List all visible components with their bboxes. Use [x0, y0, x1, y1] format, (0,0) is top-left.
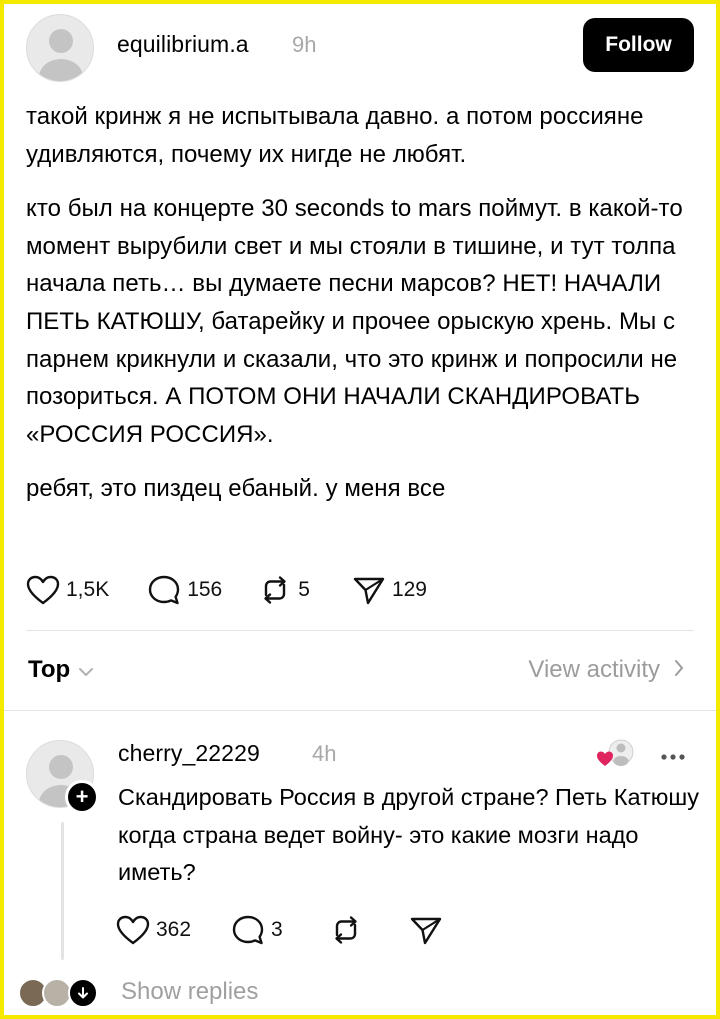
- post-paragraph: ребят, это пиздец ебаный. у меня все: [26, 475, 446, 503]
- like-count: 1,5K: [66, 578, 110, 601]
- comment-button[interactable]: 156: [147, 574, 222, 606]
- reply-like-count: 362: [156, 918, 192, 941]
- share-button[interactable]: 129: [352, 575, 427, 605]
- chevron-right-icon: [674, 656, 684, 684]
- post-body: такой кринж я не испытывала давно. а пот…: [26, 98, 706, 525]
- arrow-down-icon: [68, 978, 98, 1008]
- view-activity-label: View activity: [528, 656, 660, 683]
- send-icon: [352, 575, 392, 605]
- chevron-down-icon: [78, 656, 94, 684]
- share-count: 129: [391, 578, 427, 601]
- avatar[interactable]: [26, 14, 94, 82]
- show-replies-link[interactable]: Show replies: [121, 978, 258, 1006]
- thread-line: [61, 822, 64, 960]
- reply-like-button[interactable]: 362: [116, 915, 191, 945]
- reply-comment-count: 3: [271, 918, 283, 941]
- reply-repost-button[interactable]: [329, 915, 369, 945]
- post-paragraph: кто был на концерте 30 seconds to mars п…: [26, 195, 683, 448]
- reply-time: 4h: [312, 741, 337, 766]
- comment-bubble-icon: [147, 574, 187, 606]
- follow-button[interactable]: Follow: [583, 18, 694, 72]
- sort-label: Top: [28, 656, 71, 683]
- follow-reply-author-button[interactable]: +: [65, 780, 99, 814]
- more-dots-icon[interactable]: [660, 748, 686, 760]
- sort-dropdown[interactable]: Top: [28, 656, 94, 684]
- plus-icon: +: [75, 784, 89, 809]
- replier-avatars[interactable]: [18, 976, 114, 1012]
- heart-avatar-icon: [596, 736, 634, 770]
- reply-share-button[interactable]: [409, 915, 449, 945]
- heart-icon: [26, 575, 66, 605]
- comment-bubble-icon: [231, 914, 271, 946]
- post-time: 9h: [292, 32, 317, 57]
- reply-actions: 362 3: [116, 914, 449, 946]
- like-button[interactable]: 1,5K: [26, 575, 109, 605]
- post-actions: 1,5K 156 5 129: [26, 574, 427, 606]
- repost-icon: [329, 915, 369, 945]
- comment-count: 156: [187, 578, 223, 601]
- heart-icon: [116, 915, 156, 945]
- reply-comment-button[interactable]: 3: [231, 914, 283, 946]
- send-icon: [409, 915, 449, 945]
- view-activity-link[interactable]: View activity: [528, 656, 684, 684]
- repost-button[interactable]: 5: [258, 575, 310, 605]
- post-paragraph: такой кринж я не испытывала давно. а пот…: [26, 103, 644, 168]
- divider: [26, 630, 694, 631]
- section-divider: [4, 710, 716, 711]
- repost-icon: [258, 575, 298, 605]
- post-username[interactable]: equilibrium.a: [117, 31, 249, 58]
- repost-count: 5: [298, 578, 310, 601]
- reply-username[interactable]: cherry_22229: [118, 740, 260, 767]
- reply-text: Скандировать Россия в другой стране? Пет…: [118, 784, 700, 885]
